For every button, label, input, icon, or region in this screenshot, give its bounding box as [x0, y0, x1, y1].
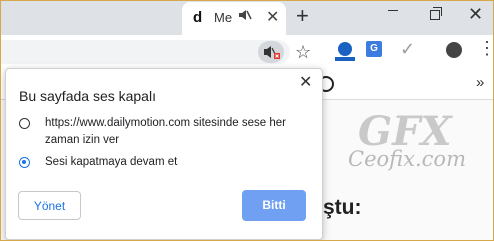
screenshot-border [0, 0, 494, 241]
